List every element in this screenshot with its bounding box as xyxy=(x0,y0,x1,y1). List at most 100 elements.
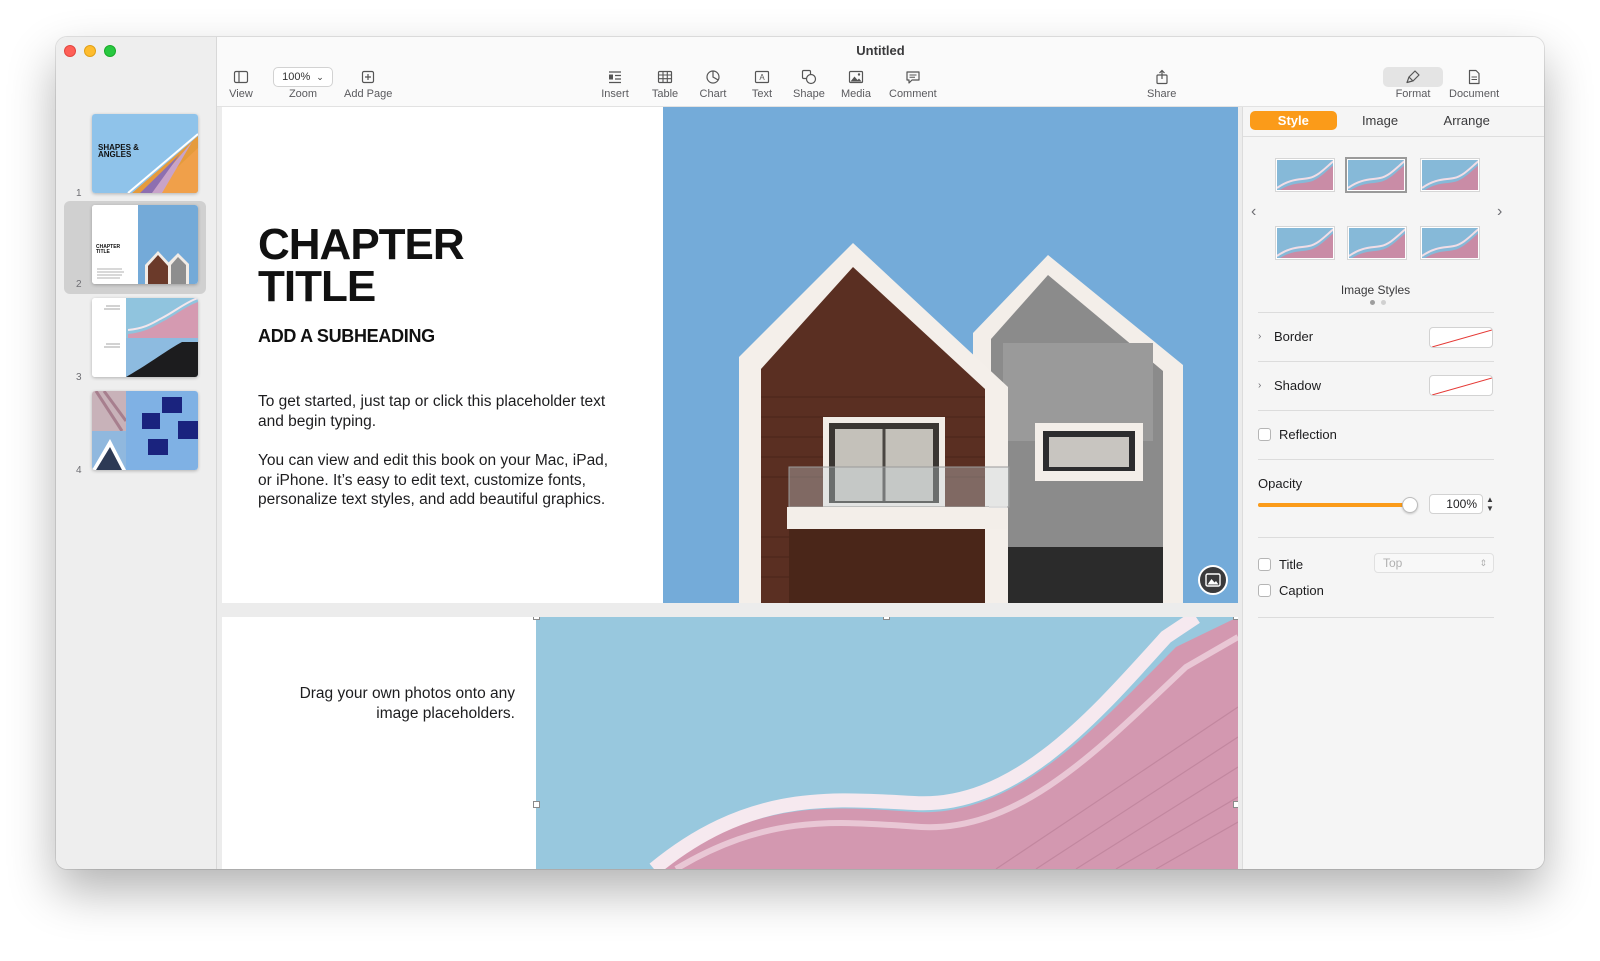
image-style-swatch[interactable] xyxy=(1348,227,1406,259)
resize-handle[interactable] xyxy=(1233,801,1238,808)
zoom-control[interactable]: 100% ⌄ Zoom xyxy=(273,67,333,100)
roof-photo-placeholder[interactable] xyxy=(536,617,1238,869)
zoom-dropdown[interactable]: 100% ⌄ xyxy=(273,67,333,87)
title-label: Title xyxy=(1279,557,1304,572)
table-label: Table xyxy=(651,88,679,100)
page-number: 1 xyxy=(76,188,82,199)
view-button[interactable]: View xyxy=(227,67,255,100)
page-thumbnail-4[interactable]: 4 xyxy=(64,387,206,480)
tab-arrange[interactable]: Arrange xyxy=(1423,111,1510,130)
opacity-field[interactable]: 100% xyxy=(1429,494,1483,514)
text-box-icon: A xyxy=(748,67,776,87)
chart-button[interactable]: Chart xyxy=(699,67,727,100)
text-label: Text xyxy=(751,88,773,100)
chevron-up-icon[interactable]: ▲ xyxy=(1486,495,1494,504)
thumbnail-image: SHAPES & ANGLES xyxy=(92,114,198,193)
resize-handle[interactable] xyxy=(533,801,540,808)
reflection-checkbox[interactable] xyxy=(1258,428,1271,441)
drag-photos-text[interactable]: Drag your own photos onto any image plac… xyxy=(275,684,515,723)
replace-image-button[interactable] xyxy=(1198,565,1228,595)
view-label: View xyxy=(229,88,253,100)
add-page-button[interactable]: Add Page xyxy=(344,67,392,100)
image-style-swatch[interactable] xyxy=(1421,227,1479,259)
close-window-button[interactable] xyxy=(64,45,76,57)
house-photo-placeholder[interactable] xyxy=(663,107,1238,603)
chevron-right-icon[interactable]: › xyxy=(1497,203,1502,221)
divider xyxy=(1258,410,1494,411)
chevron-down-icon[interactable]: ▼ xyxy=(1486,504,1494,513)
page-thumbnail-2[interactable]: 2 CHAPTER TITLE xyxy=(64,201,206,294)
opacity-slider[interactable] xyxy=(1258,497,1418,513)
opacity-slider-fill xyxy=(1258,503,1410,507)
thumbnail-chapter-title: CHAPTER TITLE xyxy=(96,244,121,255)
page-number: 4 xyxy=(76,465,82,476)
shape-button[interactable]: Shape xyxy=(793,67,825,100)
title-row[interactable]: Title xyxy=(1258,557,1303,572)
resize-handle[interactable] xyxy=(533,617,540,620)
image-styles-grid xyxy=(1276,159,1479,263)
image-style-swatch[interactable] xyxy=(1276,159,1334,191)
thumbnail-image: CHAPTER TITLE xyxy=(92,205,198,284)
page-2-spread[interactable]: CHAPTER TITLE ADD A SUBHEADING To get st… xyxy=(222,107,1238,603)
subheading[interactable]: ADD A SUBHEADING xyxy=(258,326,435,347)
resize-handle[interactable] xyxy=(883,617,890,620)
image-style-swatch[interactable] xyxy=(1421,159,1479,191)
image-style-swatch-selected[interactable] xyxy=(1347,159,1405,191)
document-canvas[interactable]: CHAPTER TITLE ADD A SUBHEADING To get st… xyxy=(217,107,1242,869)
share-label: Share xyxy=(1147,88,1177,100)
body-paragraph-2[interactable]: You can view and edit this book on your … xyxy=(258,451,618,510)
pink-roof-image xyxy=(536,617,1238,869)
title-checkbox[interactable] xyxy=(1258,558,1271,571)
tab-image[interactable]: Image xyxy=(1337,111,1424,130)
chart-icon xyxy=(699,67,727,87)
inspector-tabs: Style Image Arrange xyxy=(1250,111,1510,130)
paintbrush-icon xyxy=(1383,67,1443,87)
media-button[interactable]: Media xyxy=(841,67,871,100)
tabs-divider xyxy=(1243,136,1544,137)
opacity-stepper[interactable]: ▲ ▼ xyxy=(1485,493,1495,515)
comment-icon xyxy=(899,67,927,87)
tab-style[interactable]: Style xyxy=(1250,111,1337,130)
title-position-select[interactable]: Top ⇕ xyxy=(1374,553,1494,573)
chapter-title[interactable]: CHAPTER TITLE xyxy=(258,223,465,309)
page-thumbnails-sidebar: 1 SHAPES & ANGLES 2 CHAPTER TITLE 3 4 xyxy=(56,37,217,869)
body-paragraph-1[interactable]: To get started, just tap or click this p… xyxy=(258,392,618,431)
zoom-label: Zoom xyxy=(288,88,318,100)
format-button[interactable]: Format xyxy=(1383,67,1443,100)
page-3-spread[interactable]: Drag your own photos onto any image plac… xyxy=(222,617,1238,869)
table-button[interactable]: Table xyxy=(651,67,679,100)
chevron-left-icon[interactable]: ‹ xyxy=(1251,203,1256,221)
fullscreen-window-button[interactable] xyxy=(104,45,116,57)
caption-checkbox[interactable] xyxy=(1258,584,1271,597)
page-thumbnail-1[interactable]: 1 SHAPES & ANGLES xyxy=(64,110,206,203)
resize-handle[interactable] xyxy=(1233,617,1238,620)
toolbar: Untitled View 100% ⌄ Zoom Add Page Inser… xyxy=(217,37,1544,107)
page-thumbnail-3[interactable]: 3 xyxy=(64,294,206,387)
table-icon xyxy=(651,67,679,87)
reflection-row[interactable]: Reflection xyxy=(1258,427,1337,442)
share-button[interactable]: Share xyxy=(1147,67,1176,100)
comment-label: Comment xyxy=(889,88,937,100)
document-button[interactable]: Document xyxy=(1449,67,1499,100)
photo-icon xyxy=(842,67,870,87)
comment-button[interactable]: Comment xyxy=(889,67,937,100)
shadow-style-well[interactable] xyxy=(1429,375,1493,396)
image-style-swatch[interactable] xyxy=(1276,227,1334,259)
style-page-dots[interactable] xyxy=(1370,300,1386,305)
share-icon xyxy=(1148,67,1176,87)
format-label: Format xyxy=(1395,88,1431,100)
text-button[interactable]: A Text xyxy=(748,67,776,100)
opacity-slider-knob[interactable] xyxy=(1402,497,1418,513)
shadow-section-toggle[interactable]: › Shadow xyxy=(1258,378,1321,393)
minimize-window-button[interactable] xyxy=(84,45,96,57)
caption-row[interactable]: Caption xyxy=(1258,583,1324,598)
border-style-well[interactable] xyxy=(1429,327,1493,348)
reflection-label: Reflection xyxy=(1279,427,1337,442)
border-section-toggle[interactable]: › Border xyxy=(1258,329,1313,344)
media-label: Media xyxy=(841,88,871,100)
thumbnail-image xyxy=(92,391,198,470)
page-number: 3 xyxy=(76,372,82,383)
document-title: Untitled xyxy=(856,43,905,58)
zoom-value: 100% xyxy=(282,71,311,83)
insert-button[interactable]: Insert xyxy=(601,67,629,100)
